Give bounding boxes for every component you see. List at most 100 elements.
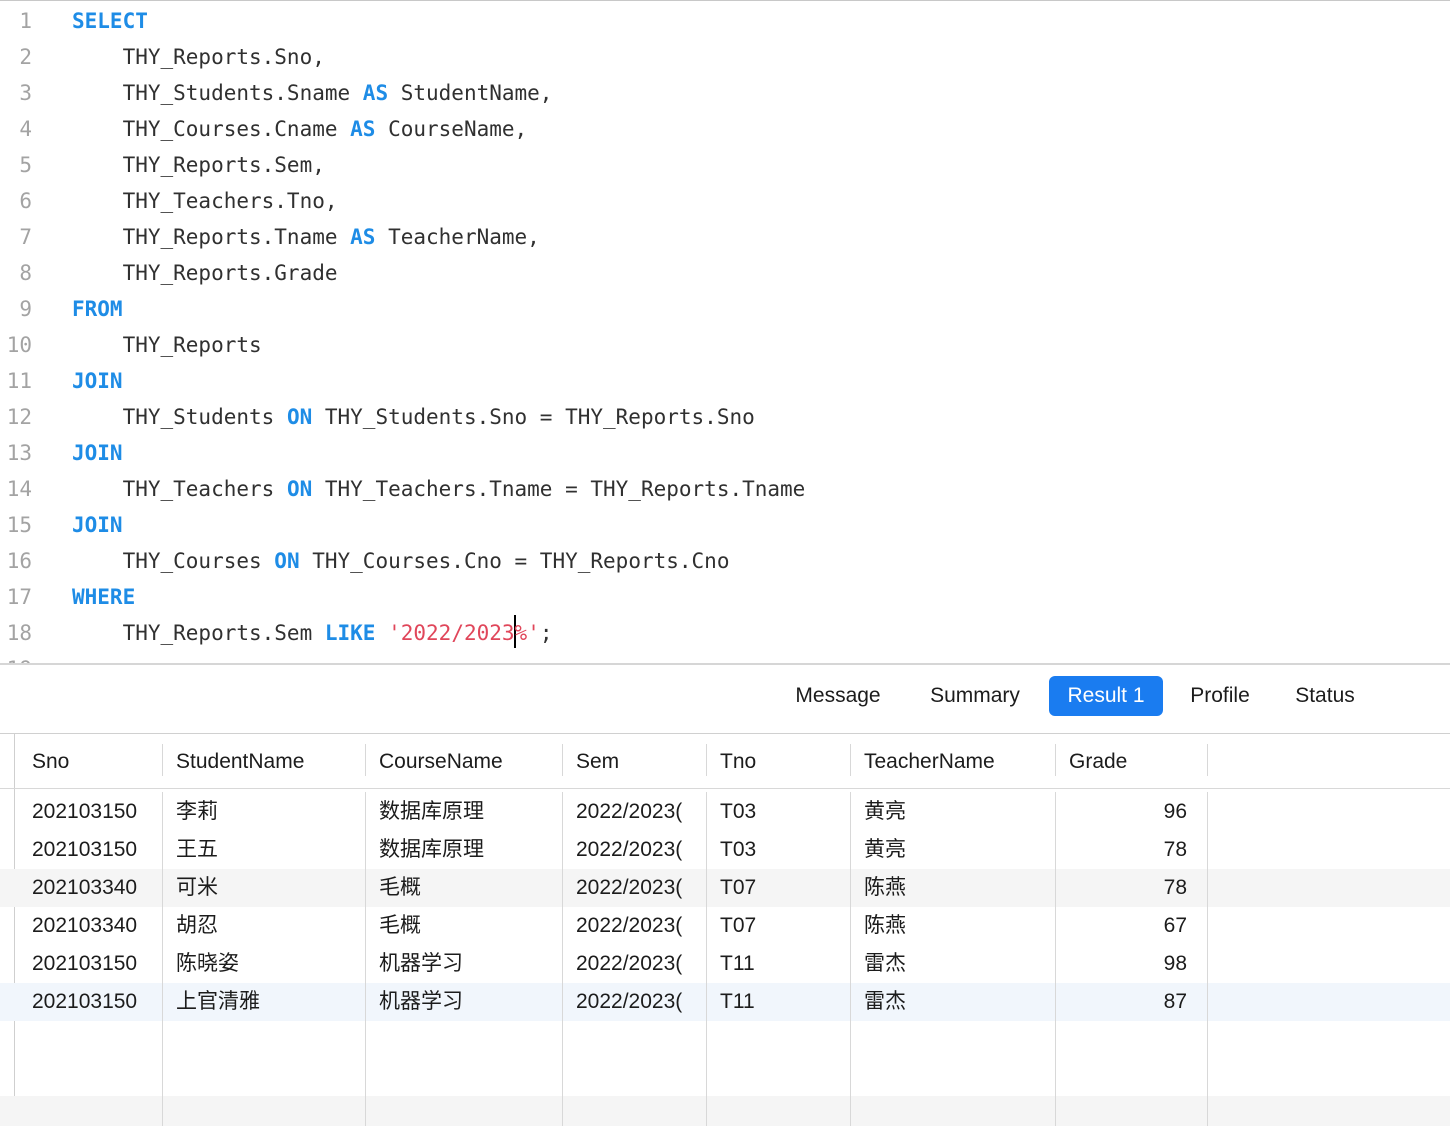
cell-tno[interactable]: T11 [702,945,846,983]
sql-editor[interactable]: 1 SELECT 2 THY_Reports.Sno, 3 THY_Students.… [0,0,1450,663]
cell-coursename[interactable]: 毛概 [361,907,558,945]
code-line[interactable]: 4 THY_Courses.Cname AS CourseName, [0,111,1450,147]
tab-profile[interactable]: Profile [1172,676,1268,716]
cell-teachername[interactable]: 雷杰 [846,945,1051,983]
table-row[interactable]: 202103150 李莉 数据库原理 2022/2023(T03 黄亮 96 [0,793,1450,831]
cell-grade[interactable]: 78 [1051,831,1203,869]
tab-summary[interactable]: Summary [910,676,1040,716]
header-column-separator[interactable] [162,744,163,776]
cell-grade[interactable]: 96 [1051,793,1203,831]
cell-coursename[interactable]: 机器学习 [361,945,558,983]
cell-teachername[interactable]: 陈燕 [846,869,1051,907]
line-number: 7 [19,225,32,249]
code-line[interactable]: 19 [0,651,1450,663]
cell-coursename[interactable]: 毛概 [361,869,558,907]
tab-result-1[interactable]: Result 1 [1049,676,1163,716]
code-line[interactable]: 7 THY_Reports.Tname AS TeacherName, [0,219,1450,255]
cell-studentname[interactable]: 陈晓姿 [158,945,361,983]
cell-sem[interactable]: 2022/2023( [558,945,702,983]
cell-sno[interactable]: 202103150 [14,983,158,1021]
cell-studentname[interactable]: 胡忍 [158,907,361,945]
header-column-separator[interactable] [562,744,563,776]
cell-grade[interactable]: 87 [1051,983,1203,1021]
table-row[interactable]: 202103150 上官清雅 机器学习 2022/2023(T11 雷杰 87 [0,983,1450,1021]
cell-tno[interactable]: T11 [702,983,846,1021]
cell-teachername[interactable]: 黄亮 [846,831,1051,869]
sql-token: THY_Reports.Grade [72,261,338,285]
column-header-coursename[interactable]: CourseName [361,734,558,789]
cell-teachername[interactable]: 黄亮 [846,793,1051,831]
cell-sem[interactable]: 2022/2023( [558,907,702,945]
column-header-tno[interactable]: Tno [702,734,846,789]
code-line[interactable]: 12 THY_Students ON THY_Students.Sno = TH… [0,399,1450,435]
cell-coursename[interactable]: 机器学习 [361,983,558,1021]
cell-sno[interactable]: 202103340 [14,907,158,945]
table-row[interactable]: 202103340 可米 毛概 2022/2023(T07 陈燕 78 [0,869,1450,907]
cell-tno[interactable]: T03 [702,793,846,831]
code-line[interactable]: 13 JOIN [0,435,1450,471]
cell-sem[interactable]: 2022/2023( [558,793,702,831]
code-line[interactable]: 9 FROM [0,291,1450,327]
code-line[interactable]: 17 WHERE [0,579,1450,615]
code-line[interactable]: 5 THY_Reports.Sem, [0,147,1450,183]
header-column-separator[interactable] [706,744,707,776]
code-line[interactable]: 6 THY_Teachers.Tno, [0,183,1450,219]
cell-studentname[interactable]: 王五 [158,831,361,869]
code-text: JOIN [72,507,123,543]
tab-status[interactable]: Status [1276,676,1374,716]
code-text: JOIN [72,363,123,399]
sql-token: THY_Reports.Sem [72,621,325,645]
cell-studentname[interactable]: 上官清雅 [158,983,361,1021]
tab-message[interactable]: Message [776,676,900,716]
code-text: THY_Students ON THY_Students.Sno = THY_R… [72,399,755,435]
header-column-separator[interactable] [1207,744,1208,776]
column-header-sno[interactable]: Sno [14,734,158,789]
code-line[interactable]: 18 THY_Reports.Sem LIKE '2022/2023%'; [0,615,1450,651]
sql-keyword: SELECT [72,9,148,33]
cell-tno[interactable]: T07 [702,869,846,907]
result-grid[interactable]: Sno StudentName CourseName Sem Tno TeacherNam… [0,734,1450,1126]
cell-sem[interactable]: 2022/2023( [558,869,702,907]
cell-tno[interactable]: T07 [702,907,846,945]
line-number: 2 [19,45,32,69]
cell-grade[interactable]: 67 [1051,907,1203,945]
table-row[interactable]: 202103150 陈晓姿 机器学习 2022/2023(T11 雷杰 98 [0,945,1450,983]
code-line[interactable]: 14 THY_Teachers ON THY_Teachers.Tname = … [0,471,1450,507]
cell-sno[interactable]: 202103340 [14,869,158,907]
cell-sem[interactable]: 2022/2023( [558,983,702,1021]
column-header-grade[interactable]: Grade [1051,734,1203,789]
table-row[interactable]: 202103340 胡忍 毛概 2022/2023(T07 陈燕 67 [0,907,1450,945]
cell-teachername[interactable]: 陈燕 [846,907,1051,945]
code-line[interactable]: 8 THY_Reports.Grade [0,255,1450,291]
cell-sno[interactable]: 202103150 [14,831,158,869]
cell-coursename[interactable]: 数据库原理 [361,793,558,831]
line-number: 9 [19,297,32,321]
code-line[interactable]: 1 SELECT [0,3,1450,39]
code-text: SELECT [72,3,148,39]
code-line[interactable]: 16 THY_Courses ON THY_Courses.Cno = THY_… [0,543,1450,579]
column-header-teachername[interactable]: TeacherName [846,734,1051,789]
cell-tno[interactable]: T03 [702,831,846,869]
cell-grade[interactable]: 98 [1051,945,1203,983]
cell-grade[interactable]: 78 [1051,869,1203,907]
cell-sem[interactable]: 2022/2023( [558,831,702,869]
code-line[interactable]: 2 THY_Reports.Sno, [0,39,1450,75]
code-line[interactable]: 3 THY_Students.Sname AS StudentName, [0,75,1450,111]
table-row[interactable]: 202103150 王五 数据库原理 2022/2023(T03 黄亮 78 [0,831,1450,869]
code-text: THY_Reports.Sno, [72,39,325,75]
header-column-separator[interactable] [1055,744,1056,776]
header-column-separator[interactable] [850,744,851,776]
cell-sno[interactable]: 202103150 [14,793,158,831]
column-header-sem[interactable]: Sem [558,734,702,789]
column-header-studentname[interactable]: StudentName [158,734,361,789]
cell-studentname[interactable]: 李莉 [158,793,361,831]
cell-coursename[interactable]: 数据库原理 [361,831,558,869]
cell-teachername[interactable]: 雷杰 [846,983,1051,1021]
header-column-separator[interactable] [365,744,366,776]
code-line[interactable]: 15 JOIN [0,507,1450,543]
code-line[interactable]: 10 THY_Reports [0,327,1450,363]
cell-sno[interactable]: 202103150 [14,945,158,983]
column-separator [850,792,851,1126]
code-line[interactable]: 11 JOIN [0,363,1450,399]
cell-studentname[interactable]: 可米 [158,869,361,907]
